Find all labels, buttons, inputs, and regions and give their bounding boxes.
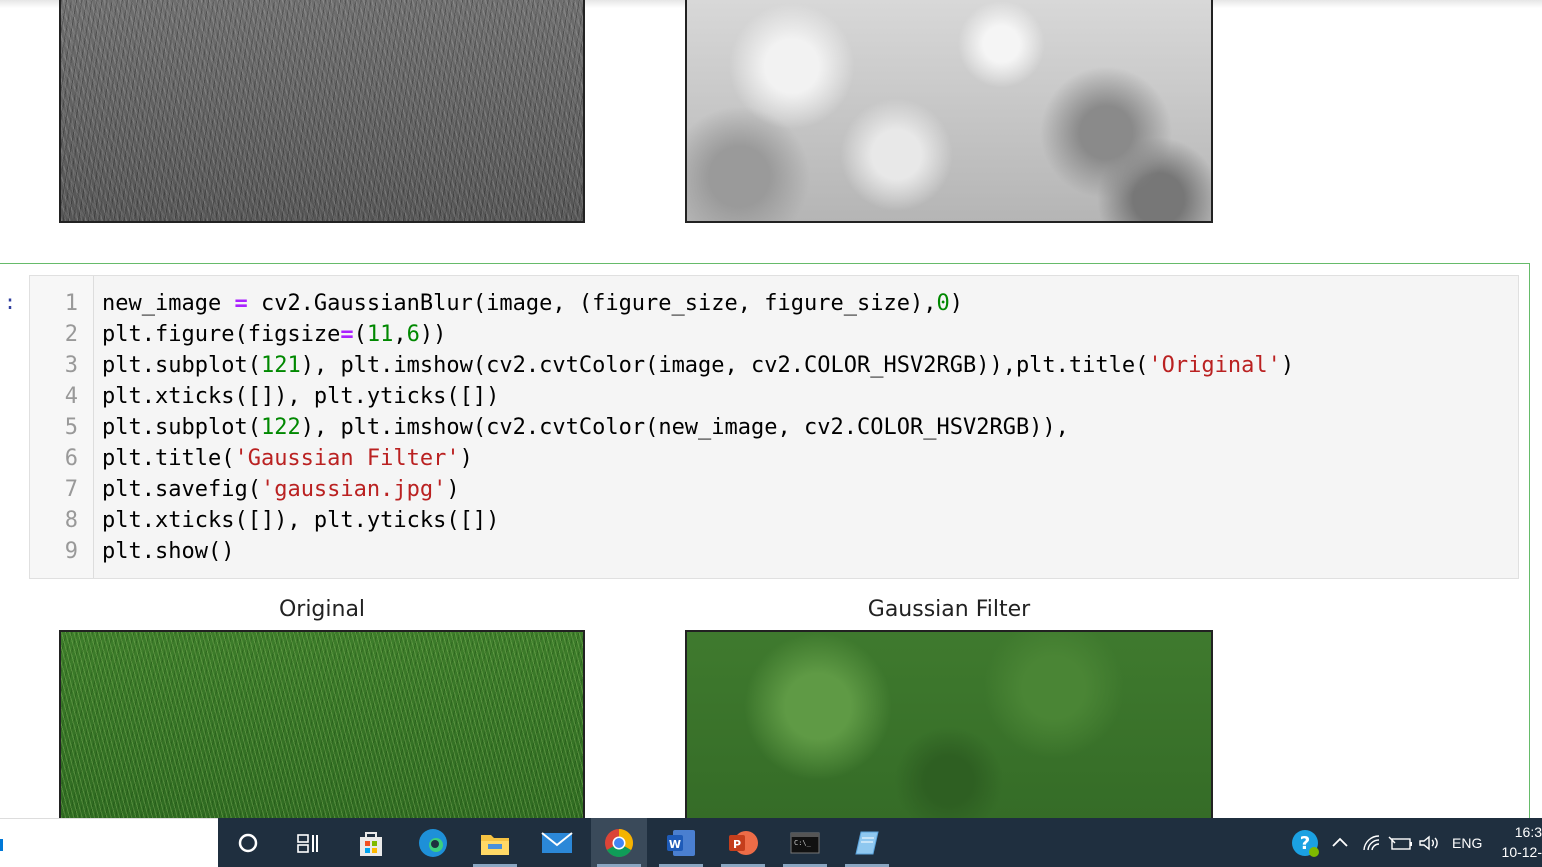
code-string: 'gaussian.jpg' xyxy=(260,477,447,502)
code-number: 121 xyxy=(260,353,301,378)
code-number: 0 xyxy=(936,291,950,316)
code-token: cv2.GaussianBlur(image, (figure_size, fi… xyxy=(247,291,937,316)
windows-taskbar: W P C:\_ ? ENG 16:3 10-12- xyxy=(0,818,1542,867)
gaussian-filtered-image xyxy=(685,630,1213,820)
code-token: plt.title( xyxy=(102,446,235,471)
line-number: 1 xyxy=(64,291,78,316)
chevron-up-icon[interactable] xyxy=(1331,818,1349,867)
code-line-5[interactable]: plt.subplot(122), plt.imshow(cv2.cvtColo… xyxy=(102,412,1069,443)
code-token: ) xyxy=(446,477,460,502)
line-number: 6 xyxy=(64,446,78,471)
search-cursor xyxy=(0,839,3,851)
word-icon[interactable]: W xyxy=(653,818,709,867)
code-line-7[interactable]: plt.savefig('gaussian.jpg') xyxy=(102,474,460,505)
code-line-1[interactable]: new_image = cv2.GaussianBlur(image, (fig… xyxy=(102,288,963,319)
svg-text:W: W xyxy=(669,838,681,851)
svg-text:P: P xyxy=(733,838,741,851)
taskbar-search-box[interactable] xyxy=(0,818,218,867)
code-token: , xyxy=(393,322,407,347)
line-number: 8 xyxy=(64,508,78,533)
code-line-6[interactable]: plt.title('Gaussian Filter') xyxy=(102,443,473,474)
line-number: 5 xyxy=(64,415,78,440)
wifi-icon[interactable] xyxy=(1362,818,1382,867)
code-token: plt.xticks([]), plt.yticks([]) xyxy=(102,508,500,533)
code-number: 122 xyxy=(260,415,301,440)
code-string: 'Gaussian Filter' xyxy=(234,446,460,471)
line-number: 2 xyxy=(64,322,78,347)
clock-time: 16:3 xyxy=(1514,824,1542,840)
line-number: 4 xyxy=(64,384,78,409)
clock-date: 10-12- xyxy=(1501,844,1542,860)
language-indicator[interactable]: ENG xyxy=(1452,818,1482,867)
svg-text:C:\_: C:\_ xyxy=(794,839,812,847)
code-number: 11 xyxy=(366,322,394,347)
code-token: ), plt.imshow(cv2.cvtColor(image, cv2.CO… xyxy=(300,353,1149,378)
code-line-4[interactable]: plt.xticks([]), plt.yticks([]) xyxy=(102,381,499,412)
code-token: ( xyxy=(353,322,367,347)
code-token: )) xyxy=(419,322,447,347)
subplot-title-original: Original xyxy=(278,597,366,622)
code-token: ), plt.imshow(cv2.cvtColor(new_image, cv… xyxy=(300,415,1069,440)
edge-icon[interactable] xyxy=(405,818,461,867)
subplot-title-gaussian: Gaussian Filter xyxy=(867,597,1031,622)
microsoft-store-icon[interactable] xyxy=(343,818,399,867)
code-operator: = xyxy=(234,291,248,316)
volume-icon[interactable] xyxy=(1418,818,1440,867)
code-line-2[interactable]: plt.figure(figsize=(11,6)) xyxy=(102,319,446,350)
grayscale-original-image xyxy=(59,0,585,223)
code-token: plt.subplot( xyxy=(102,415,261,440)
code-token: plt.figure(figsize xyxy=(102,322,341,347)
code-token: ) xyxy=(1280,353,1295,378)
file-explorer-icon[interactable] xyxy=(467,818,523,867)
code-line-3[interactable]: plt.subplot(121), plt.imshow(cv2.cvtColo… xyxy=(102,350,1294,381)
code-token: plt.xticks([]), plt.yticks([]) xyxy=(102,384,500,409)
grayscale-blurred-image xyxy=(685,0,1213,223)
line-number: 3 xyxy=(64,353,78,378)
mail-icon[interactable] xyxy=(529,818,585,867)
code-string: 'Original' xyxy=(1148,353,1281,378)
code-token: plt.savefig( xyxy=(102,477,261,502)
code-token: plt.subplot( xyxy=(102,353,261,378)
svg-text:?: ? xyxy=(1300,833,1310,854)
code-operator: = xyxy=(340,322,354,347)
help-icon[interactable]: ? xyxy=(1290,818,1320,867)
code-line-9[interactable]: plt.show() xyxy=(102,536,234,567)
battery-icon[interactable] xyxy=(1388,818,1414,867)
code-token: plt.show() xyxy=(102,539,235,564)
line-number: 7 xyxy=(64,477,78,502)
chrome-icon[interactable] xyxy=(591,818,647,867)
code-token: new_image xyxy=(102,291,235,316)
task-view-icon[interactable] xyxy=(280,818,336,867)
terminal-icon[interactable]: C:\_ xyxy=(777,818,833,867)
code-number: 6 xyxy=(406,322,420,347)
powerpoint-icon[interactable]: P xyxy=(715,818,771,867)
code-token: ) xyxy=(949,291,963,316)
system-clock[interactable]: 16:3 10-12- xyxy=(1498,822,1542,862)
line-number: 9 xyxy=(64,539,78,564)
code-line-8[interactable]: plt.xticks([]), plt.yticks([]) xyxy=(102,505,499,536)
code-editor[interactable]: 1 2 3 4 5 6 7 8 9 new_image = cv2.Gaussi… xyxy=(29,275,1519,579)
cortana-icon[interactable] xyxy=(220,818,276,867)
original-color-image xyxy=(59,630,585,820)
notepad-icon[interactable] xyxy=(839,818,895,867)
code-token: ) xyxy=(459,446,473,471)
cell-prompt: : xyxy=(4,290,17,314)
